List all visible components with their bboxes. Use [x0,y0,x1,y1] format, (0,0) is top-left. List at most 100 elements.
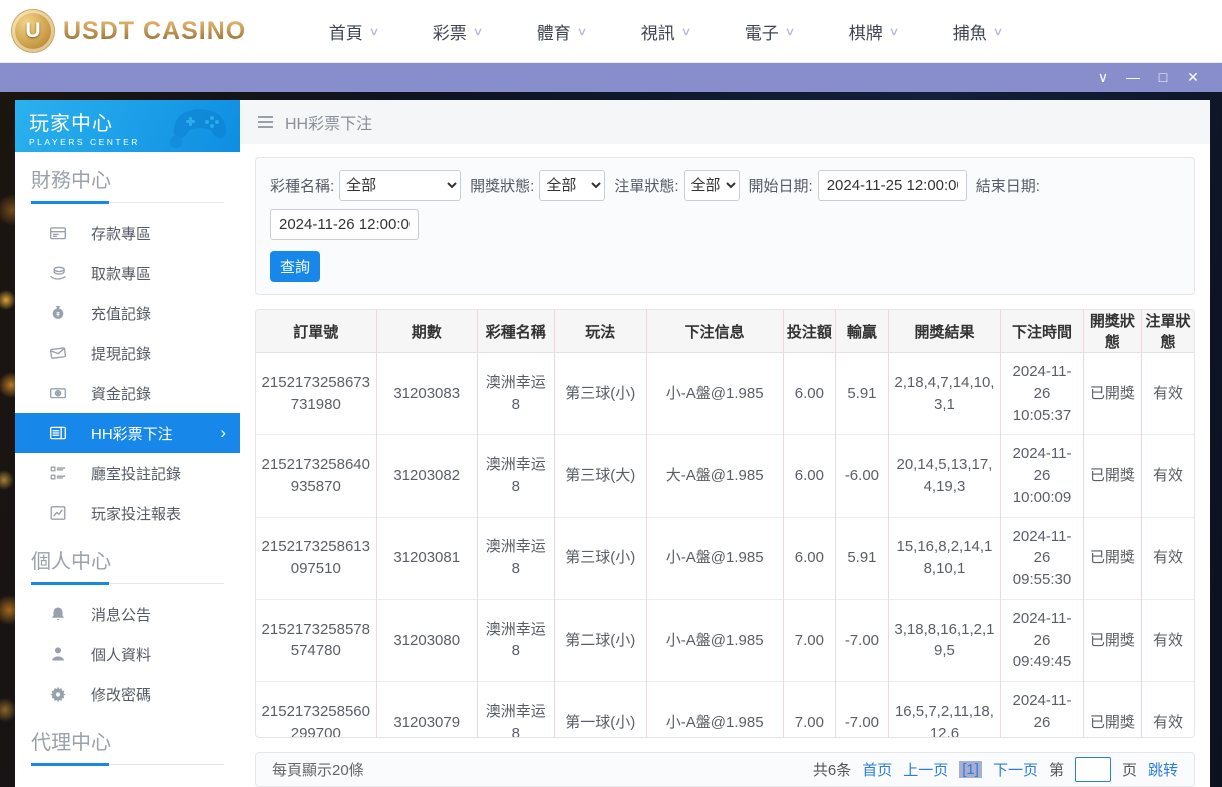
table-body: 215217325867373198031203083澳洲幸运8第三球(小)小-… [256,353,1194,738]
nav-item-label: 體育 [537,19,571,44]
table-cell: 2152173258640935870 [256,435,376,517]
sidebar-item-deposit[interactable]: 存款專區 [15,213,240,253]
sidebar-item-label: 資金記錄 [91,383,151,404]
logo-badge: U [25,19,40,43]
close-button[interactable]: ✕ [1178,63,1208,92]
logo[interactable]: U USDT CASINO [12,10,246,52]
current-page-badge[interactable]: [1] [959,761,982,778]
menu-icon[interactable] [258,116,273,128]
sidebar-item-withdraw[interactable]: 取款專區 [15,253,240,293]
pagination-bar: 每頁顯示20條 共6条 首页 上一页 [1] 下一页 第 页 跳转 [255,752,1195,787]
jump-prefix: 第 [1049,759,1064,780]
table-cell: 小-A盤@1.985 [646,682,783,738]
draw-status-select[interactable]: 全部 [539,170,605,201]
table-cell: 已開獎 [1083,599,1141,681]
table-cell: 澳洲幸运8 [477,353,554,435]
bets-table-panel: 訂單號期數彩種名稱玩法下注信息投注額輸贏開獎結果下注時間開獎狀態注單狀態 215… [255,309,1195,738]
nav-item-chess[interactable]: 棋牌∨ [821,19,925,44]
sidebar-item-withdrawal-records[interactable]: 提現記錄 [15,333,240,373]
bets-table: 訂單號期數彩種名稱玩法下注信息投注額輸贏開獎結果下注時間開獎狀態注單狀態 215… [256,310,1194,738]
sidebar-item-announcements[interactable]: 消息公告 [15,594,240,634]
table-cell: 16,5,7,2,11,18,12,6 [888,682,1001,738]
lottery-name-select[interactable]: 全部 [339,170,461,201]
search-button[interactable]: 查詢 [270,251,320,282]
nav-item-label: 視訊 [641,19,675,44]
sidebar-item-change-password[interactable]: 修改密碼 [15,674,240,714]
table-header-cell: 下注信息 [646,310,783,353]
start-date-input[interactable] [818,170,967,201]
page-title: HH彩票下注 [285,110,372,134]
table-cell: 7.00 [783,682,836,738]
sidebar-item-funds-records[interactable]: 資金記錄 [15,373,240,413]
chevron-right-icon: › [220,423,226,443]
table-cell: 有效 [1141,682,1194,738]
nav-item-label: 棋牌 [849,19,883,44]
next-page-link[interactable]: 下一页 [993,759,1038,780]
table-header-cell: 開獎狀態 [1083,310,1141,353]
table-cell: 6.00 [783,353,836,435]
maximize-button[interactable]: □ [1148,63,1178,92]
nav-item-label: 電子 [745,19,779,44]
sidebar-item-recharge-records[interactable]: 充值記錄 [15,293,240,333]
table-cell: 澳洲幸运8 [477,435,554,517]
page-jump-input[interactable] [1075,757,1111,782]
table-header-cell: 投注額 [783,310,836,353]
sidebar-item-hh-lottery-bets[interactable]: HH彩票下注› [15,413,240,453]
sidebar-section: 個人中心消息公告個人資料修改密碼 [15,545,240,714]
table-header-row: 訂單號期數彩種名稱玩法下注信息投注額輸贏開獎結果下注時間開獎狀態注單狀態 [256,310,1194,353]
table-cell: 3,18,8,16,1,2,19,5 [888,599,1001,681]
filter-row: 彩種名稱: 全部 開獎狀態: 全部 注單狀態: 全部 開始日期: 結束日期: [270,170,1180,240]
jump-button[interactable]: 跳转 [1148,759,1178,780]
table-cell: 第一球(小) [554,682,646,738]
table-cell: 6.00 [783,517,836,599]
table-cell: 2152173258613097510 [256,517,376,599]
table-row: 215217325857857478031203080澳洲幸运8第二球(小)小-… [256,599,1194,681]
prev-page-link[interactable]: 上一页 [903,759,948,780]
sidebar-sections: 財務中心存款專區取款專區充值記錄提現記錄資金記錄HH彩票下注›廳室投註記錄玩家投… [15,164,240,787]
lottery-name-label: 彩種名稱: [270,175,334,196]
sidebar-item-room-bet-records[interactable]: 廳室投註記錄 [15,453,240,493]
nav-item-home[interactable]: 首頁∨ [301,19,405,44]
report-chart-icon [49,504,67,522]
table-cell: 小-A盤@1.985 [646,599,783,681]
draw-status-label: 開獎狀態: [470,175,534,196]
table-cell: 小-A盤@1.985 [646,353,783,435]
sidebar-section-title: 代理中心 [31,726,224,765]
table-cell: 2024-11-26 10:05:37 [1001,353,1084,435]
order-status-select[interactable]: 全部 [684,170,740,201]
close-icon: ✕ [1187,69,1199,85]
table-row: 215217325867373198031203083澳洲幸运8第三球(小)小-… [256,353,1194,435]
chevron-down-icon: ∨ [784,25,795,38]
first-page-link[interactable]: 首页 [862,759,892,780]
envelope-cash-icon [49,344,67,362]
table-cell: 2024-11-26 10:00:09 [1001,435,1084,517]
sidebar-item-player-bet-report[interactable]: 玩家投注報表 [15,493,240,533]
nav-item-lottery[interactable]: 彩票∨ [405,19,509,44]
table-cell: -6.00 [836,435,889,517]
minimize-button[interactable]: — [1118,63,1148,92]
pager: 共6条 首页 上一页 [1] 下一页 第 页 跳转 [813,757,1178,782]
filter-panel: 彩種名稱: 全部 開獎狀態: 全部 注單狀態: 全部 開始日期: 結束日期: 查… [255,157,1195,295]
nav-item-fishing[interactable]: 捕魚∨ [925,19,1029,44]
content-area: HH彩票下注 彩種名稱: 全部 開獎狀態: 全部 注單狀態: 全部 開始日期: … [240,100,1210,787]
end-date-input[interactable] [270,209,419,240]
sidebar-item-profile[interactable]: 個人資料 [15,634,240,674]
collapse-button[interactable]: ∨ [1088,63,1118,92]
logo-coin-icon: U [12,10,54,52]
table-cell: 已開獎 [1083,353,1141,435]
room-list-icon [49,464,67,482]
table-cell: 澳洲幸运8 [477,599,554,681]
sidebar-section: 財務中心存款專區取款專區充值記錄提現記錄資金記錄HH彩票下注›廳室投註記錄玩家投… [15,164,240,533]
table-cell: 31203081 [376,517,477,599]
nav-item-electronic[interactable]: 電子 ∨ [717,19,821,44]
sidebar-item-agent-rules[interactable]: 代理規則說明 [15,775,240,787]
withdraw-hand-icon [49,264,67,282]
table-cell: 有效 [1141,599,1194,681]
table-header-cell: 下注時間 [1001,310,1084,353]
table-cell: 已開獎 [1083,517,1141,599]
end-date-label: 結束日期: [976,175,1040,196]
nav-item-sports[interactable]: 體育∨ [509,19,613,44]
nav-item-video[interactable]: 視訊∨ [613,19,717,44]
top-header: U USDT CASINO 首頁∨彩票∨體育∨視訊∨ 電子 ∨ 棋牌∨捕魚∨ [0,0,1222,63]
table-cell: 澳洲幸运8 [477,682,554,738]
